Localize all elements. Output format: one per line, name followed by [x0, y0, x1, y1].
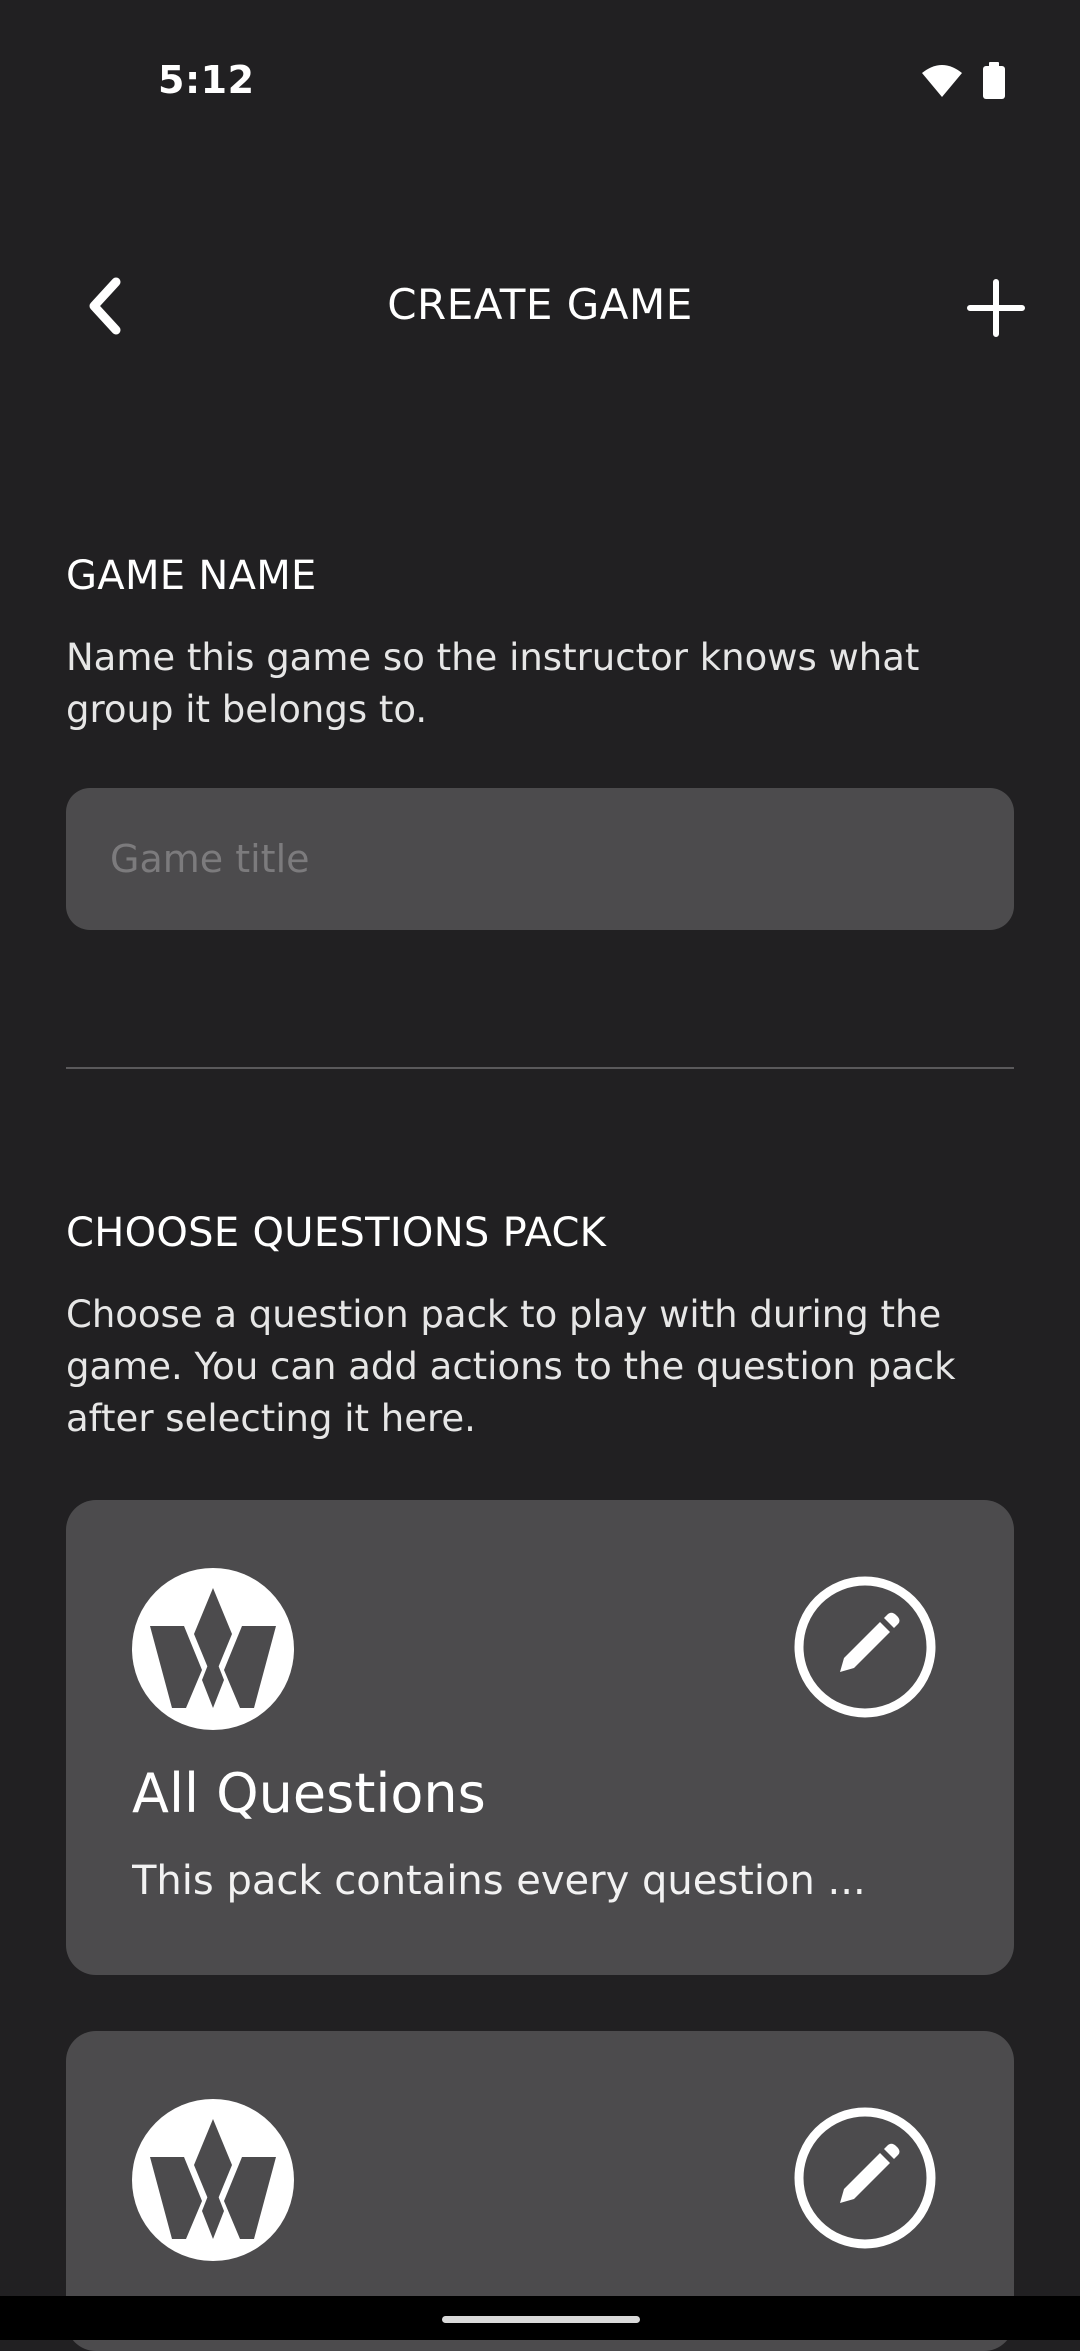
system-nav-bar [0, 2296, 1080, 2340]
game-name-description: Name this game so the instructor knows w… [66, 636, 920, 731]
home-indicator[interactable] [442, 2316, 640, 2323]
questions-pack-title: CHOOSE QUESTIONS PACK [66, 1210, 607, 1256]
w-logo-icon [132, 1568, 294, 1730]
game-title-input[interactable] [66, 788, 1014, 930]
game-name-title: GAME NAME [66, 553, 317, 599]
page-title: CREATE GAME [387, 280, 693, 329]
plus-icon [967, 279, 1025, 337]
edit-pack-button[interactable] [792, 2105, 938, 2251]
status-icons [920, 62, 1006, 104]
w-logo-icon [132, 2099, 294, 2261]
section-divider [66, 1067, 1014, 1069]
pack-description: This pack contains every question ... [132, 1858, 866, 1904]
pack-card-all-questions[interactable]: All Questions This pack contains every q… [66, 1500, 1014, 1975]
app-header: CREATE GAME [0, 250, 1080, 360]
questions-pack-description: Choose a question pack to play with duri… [66, 1293, 956, 1440]
add-button[interactable] [956, 268, 1036, 348]
pack-name: All Questions [132, 1762, 486, 1825]
status-bar: 5:12 [0, 0, 1080, 160]
pencil-circle-icon [794, 1576, 936, 1718]
wifi-icon [920, 63, 964, 103]
pencil-circle-icon [794, 2107, 936, 2249]
status-time: 5:12 [158, 58, 255, 102]
edit-pack-button[interactable] [792, 1574, 938, 1720]
battery-icon [982, 62, 1006, 104]
